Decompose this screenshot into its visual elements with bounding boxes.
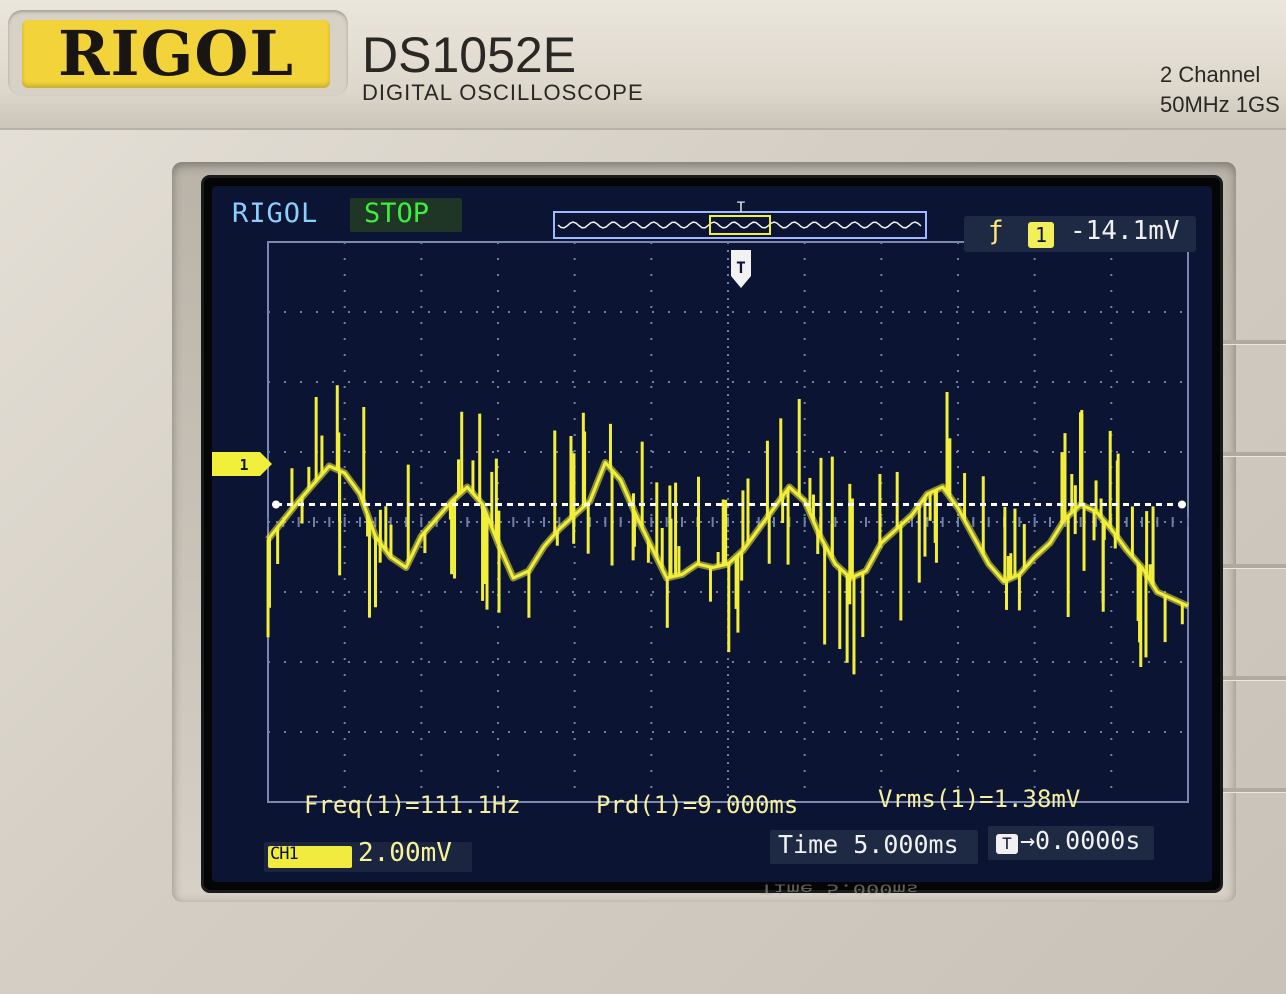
brand-logo: RIGOL [57,17,295,90]
timebase: Time 5.000ms [778,830,959,859]
overview-trigger-marker: T [737,200,746,216]
channel1-trace [265,385,1190,675]
trigger-position-marker[interactable]: T [731,250,751,288]
screen-reflection: Time 5.000ms [760,881,919,896]
waveform-plot: T T 1 [212,200,1190,803]
channel1-icon-label: CH1 [270,844,299,864]
spec-channels: 2 Channel [1160,62,1261,87]
model-subtitle: DIGITAL OSCILLOSCOPE [362,80,644,105]
channel1-marker[interactable]: 1 [212,452,272,476]
channel1-marker-label: 1 [239,456,248,474]
trigger-level: -14.1mV [1070,216,1180,246]
lcd-display: RIGOL STOP T T 1 ƒ 1 -14.1mV Freq(1)=111… [204,178,1220,890]
trigger-offset-icon: T [996,834,1018,854]
overview-wave [557,221,922,229]
trigger-edge-icon: ƒ [988,216,1004,246]
measurement-vrms: Vrms(1)=1.38mV [878,785,1081,813]
measurement-frequency: Freq(1)=111.1Hz [304,791,521,819]
graticule-grid [267,242,1189,802]
trigger-position-label: T [736,258,746,277]
spec-bandwidth: 50MHz 1GS [1160,92,1280,117]
trigger-level-end [272,500,280,509]
channel1-scale: 2.00mV [358,838,452,868]
model-name: DS1052E [362,27,577,83]
measurement-period: Prd(1)=9.000ms [596,791,799,819]
trigger-level-end [1178,500,1186,509]
trigger-source-badge: 1 [1028,222,1054,248]
trigger-offset: →0.0000s [1020,826,1141,855]
memory-overview: T [553,200,927,239]
lcd-screen: RIGOL STOP T T 1 ƒ 1 -14.1mV Freq(1)=111… [212,186,1212,882]
